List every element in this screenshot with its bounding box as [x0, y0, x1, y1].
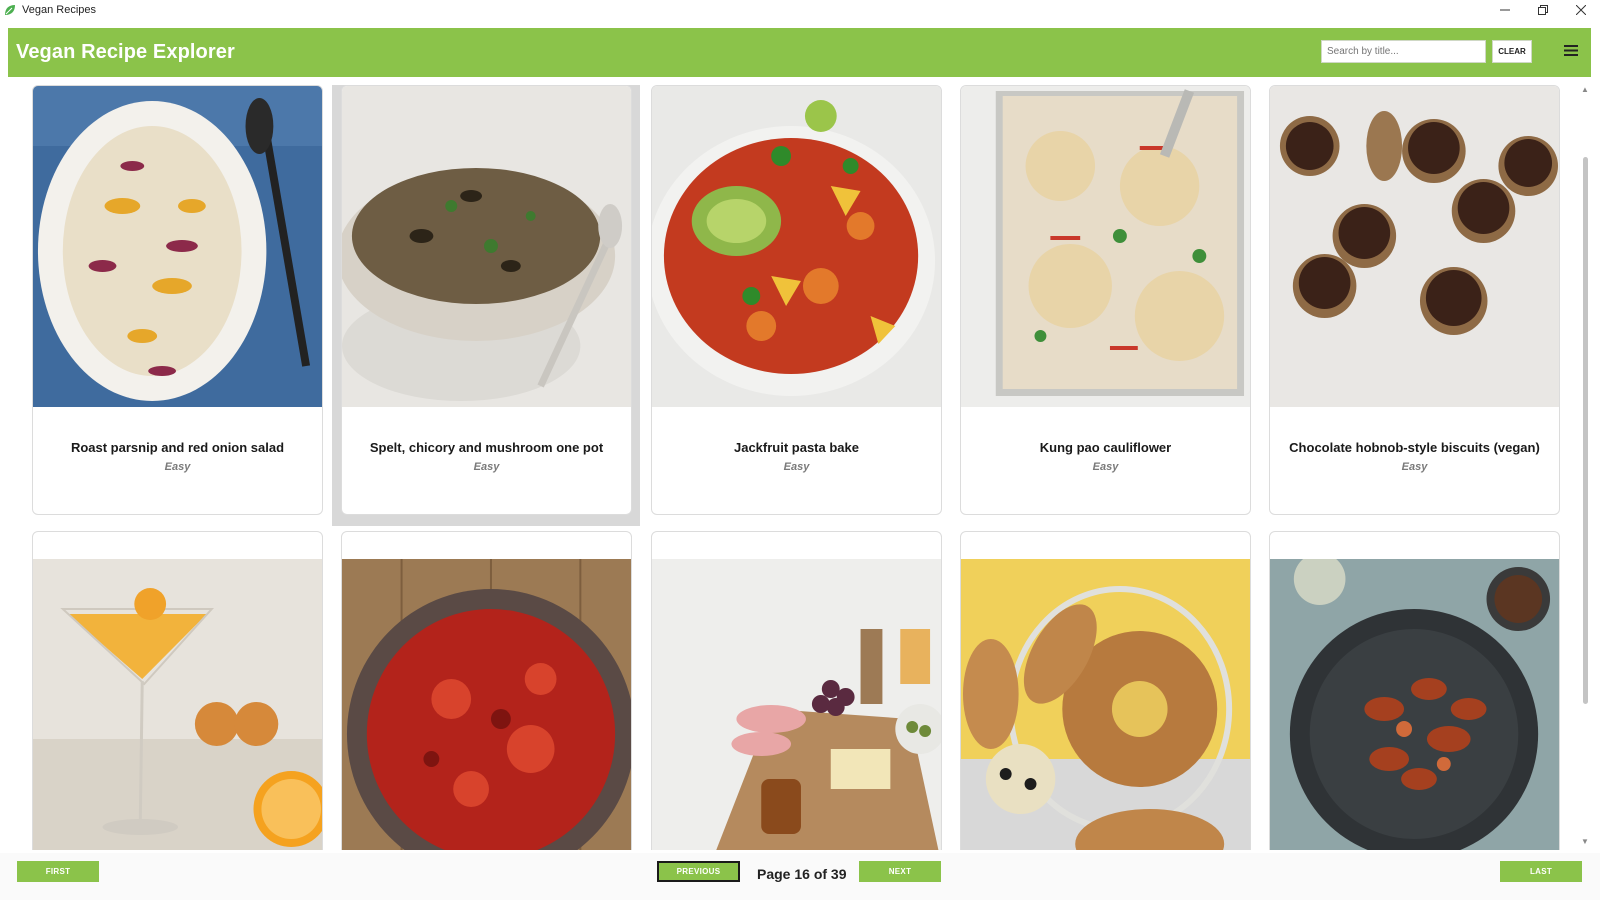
- leaf-app-icon: [5, 5, 15, 15]
- recipe-grid: Roast parsnip and red onion salad Easy S…: [0, 85, 1575, 850]
- recipe-card[interactable]: [1269, 531, 1560, 850]
- recipe-card[interactable]: Jackfruit pasta bake Easy: [651, 85, 942, 515]
- recipe-difficulty: Easy: [1401, 461, 1428, 473]
- cauliflower-tray-photo: [961, 86, 1250, 407]
- search-input[interactable]: [1321, 40, 1486, 63]
- spelt-one-pot-photo: [342, 86, 631, 407]
- orange-cocktail-photo: [33, 559, 322, 850]
- last-page-button[interactable]: LAST: [1500, 861, 1582, 882]
- clear-button[interactable]: CLEAR: [1492, 40, 1532, 63]
- recipe-difficulty: Easy: [1092, 461, 1119, 473]
- first-page-button[interactable]: FIRST: [17, 861, 99, 882]
- charcuterie-board-photo: [652, 559, 941, 850]
- hamburger-menu-button[interactable]: [1561, 40, 1581, 60]
- scroll-up-arrow-icon[interactable]: ▲: [1581, 85, 1589, 94]
- recipe-title: Kung pao cauliflower: [1039, 440, 1172, 455]
- recipe-difficulty: Easy: [783, 461, 810, 473]
- recipe-card[interactable]: Kung pao cauliflower Easy: [960, 85, 1251, 515]
- pasta-bake-photo: [652, 86, 941, 407]
- restore-button[interactable]: [1524, 0, 1562, 20]
- recipe-difficulty: Easy: [473, 461, 500, 473]
- close-button[interactable]: [1562, 0, 1600, 20]
- scroll-down-arrow-icon[interactable]: ▼: [1581, 837, 1589, 846]
- parsnip-salad-photo: [33, 86, 322, 407]
- tomato-stew-photo: [342, 559, 631, 850]
- app-title: Vegan Recipe Explorer: [16, 41, 235, 63]
- recipe-card[interactable]: [960, 531, 1251, 850]
- window-title: Vegan Recipes: [22, 4, 96, 16]
- vertical-scrollbar[interactable]: ▲ ▼: [1578, 85, 1592, 850]
- recipe-card[interactable]: Roast parsnip and red onion salad Easy: [32, 85, 323, 515]
- scrollbar-thumb[interactable]: [1583, 157, 1588, 704]
- recipe-card[interactable]: [32, 531, 323, 850]
- recipe-difficulty: Easy: [164, 461, 191, 473]
- app-header: Vegan Recipe Explorer CLEAR: [8, 28, 1591, 77]
- pagination-bar: FIRST PREVIOUS Page 16 of 39 NEXT LAST: [0, 853, 1600, 900]
- recipe-title: Spelt, chicory and mushroom one pot: [369, 440, 604, 455]
- recipe-title: Jackfruit pasta bake: [733, 440, 859, 455]
- chocolate-biscuits-photo: [1270, 86, 1559, 407]
- window-titlebar: Vegan Recipes: [0, 0, 1600, 20]
- page-indicator: Page 16 of 39: [757, 866, 847, 882]
- recipe-card[interactable]: Chocolate hobnob-style biscuits (vegan) …: [1269, 85, 1560, 515]
- recipe-card[interactable]: [341, 531, 632, 850]
- spiced-prawns-photo: [1270, 559, 1559, 850]
- restore-icon: [1538, 5, 1548, 15]
- hamburger-icon: [1564, 44, 1578, 56]
- minimize-icon: [1500, 9, 1510, 11]
- minimize-button[interactable]: [1486, 0, 1524, 20]
- sesame-bagels-photo: [961, 559, 1250, 850]
- close-icon: [1576, 5, 1586, 15]
- recipe-title: Chocolate hobnob-style biscuits (vegan): [1289, 440, 1540, 455]
- recipe-title: Roast parsnip and red onion salad: [70, 440, 285, 455]
- next-page-button[interactable]: NEXT: [859, 861, 941, 882]
- previous-page-button[interactable]: PREVIOUS: [657, 861, 740, 882]
- recipe-card[interactable]: Spelt, chicory and mushroom one pot Easy: [341, 85, 632, 515]
- recipe-card[interactable]: [651, 531, 942, 850]
